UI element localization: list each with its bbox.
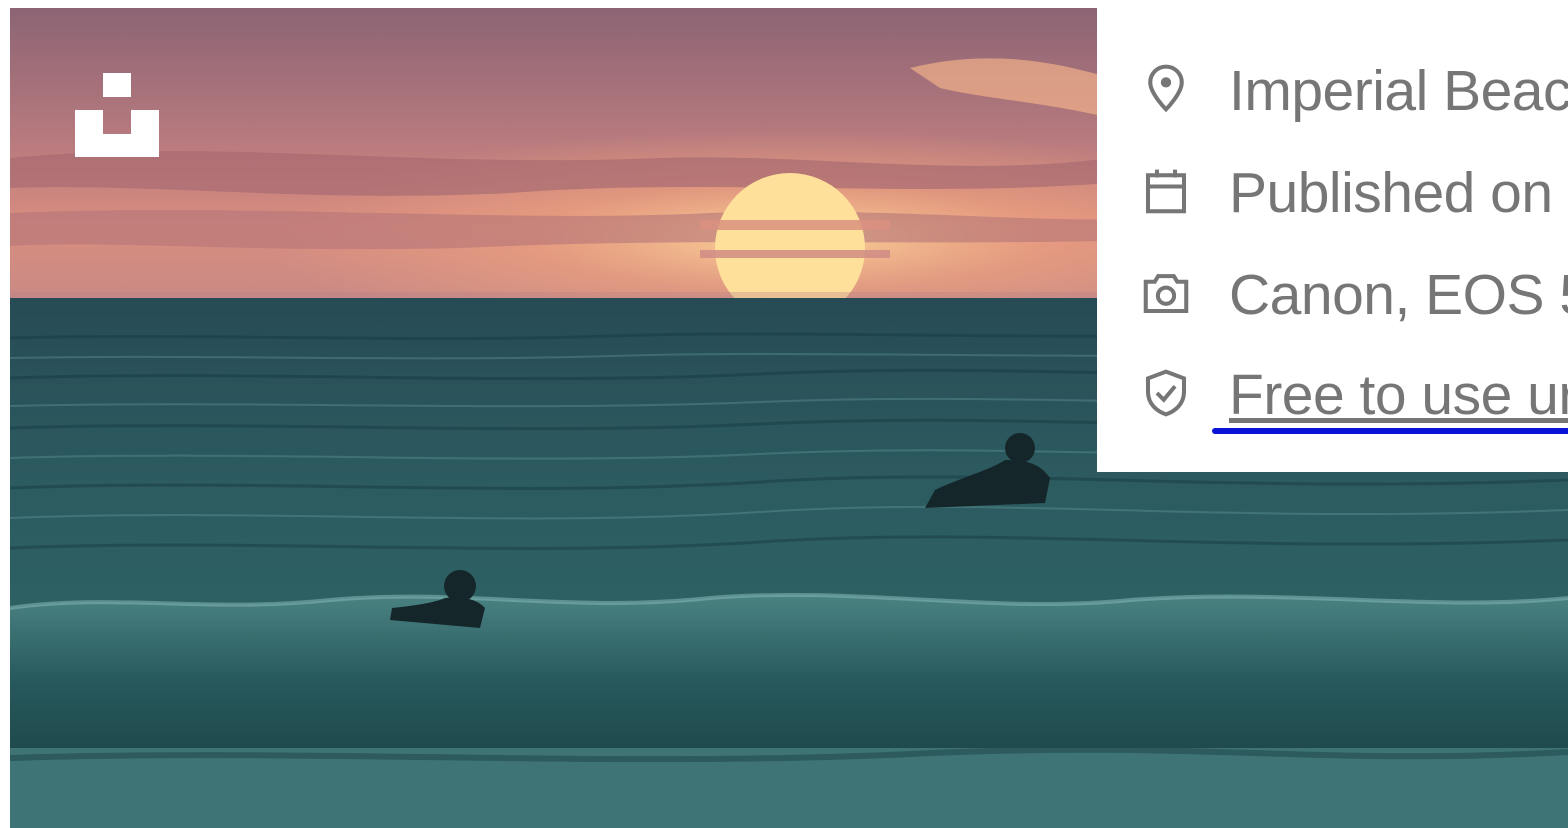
calendar-icon: [1145, 169, 1187, 214]
camera-row[interactable]: Canon, EOS 5: [1097, 252, 1568, 332]
location-text[interactable]: Imperial Beac: [1229, 58, 1568, 124]
shield-check-icon: [1145, 369, 1187, 417]
map-pin-icon: [1148, 64, 1184, 113]
location-row[interactable]: Imperial Beac: [1097, 48, 1568, 128]
unsplash-logo-icon[interactable]: [75, 73, 159, 157]
license-link[interactable]: Free to use ur: [1229, 362, 1568, 428]
published-text: Published on: [1229, 161, 1553, 225]
link-focus-underline: [1212, 428, 1568, 434]
camera-icon: [1143, 274, 1189, 314]
camera-text[interactable]: Canon, EOS 5: [1229, 262, 1568, 328]
photo-info-panel: Imperial Beac Published on Canon, EOS 5 …: [1097, 8, 1568, 472]
published-row: Published on: [1097, 150, 1568, 230]
license-row[interactable]: Free to use ur: [1097, 352, 1568, 432]
